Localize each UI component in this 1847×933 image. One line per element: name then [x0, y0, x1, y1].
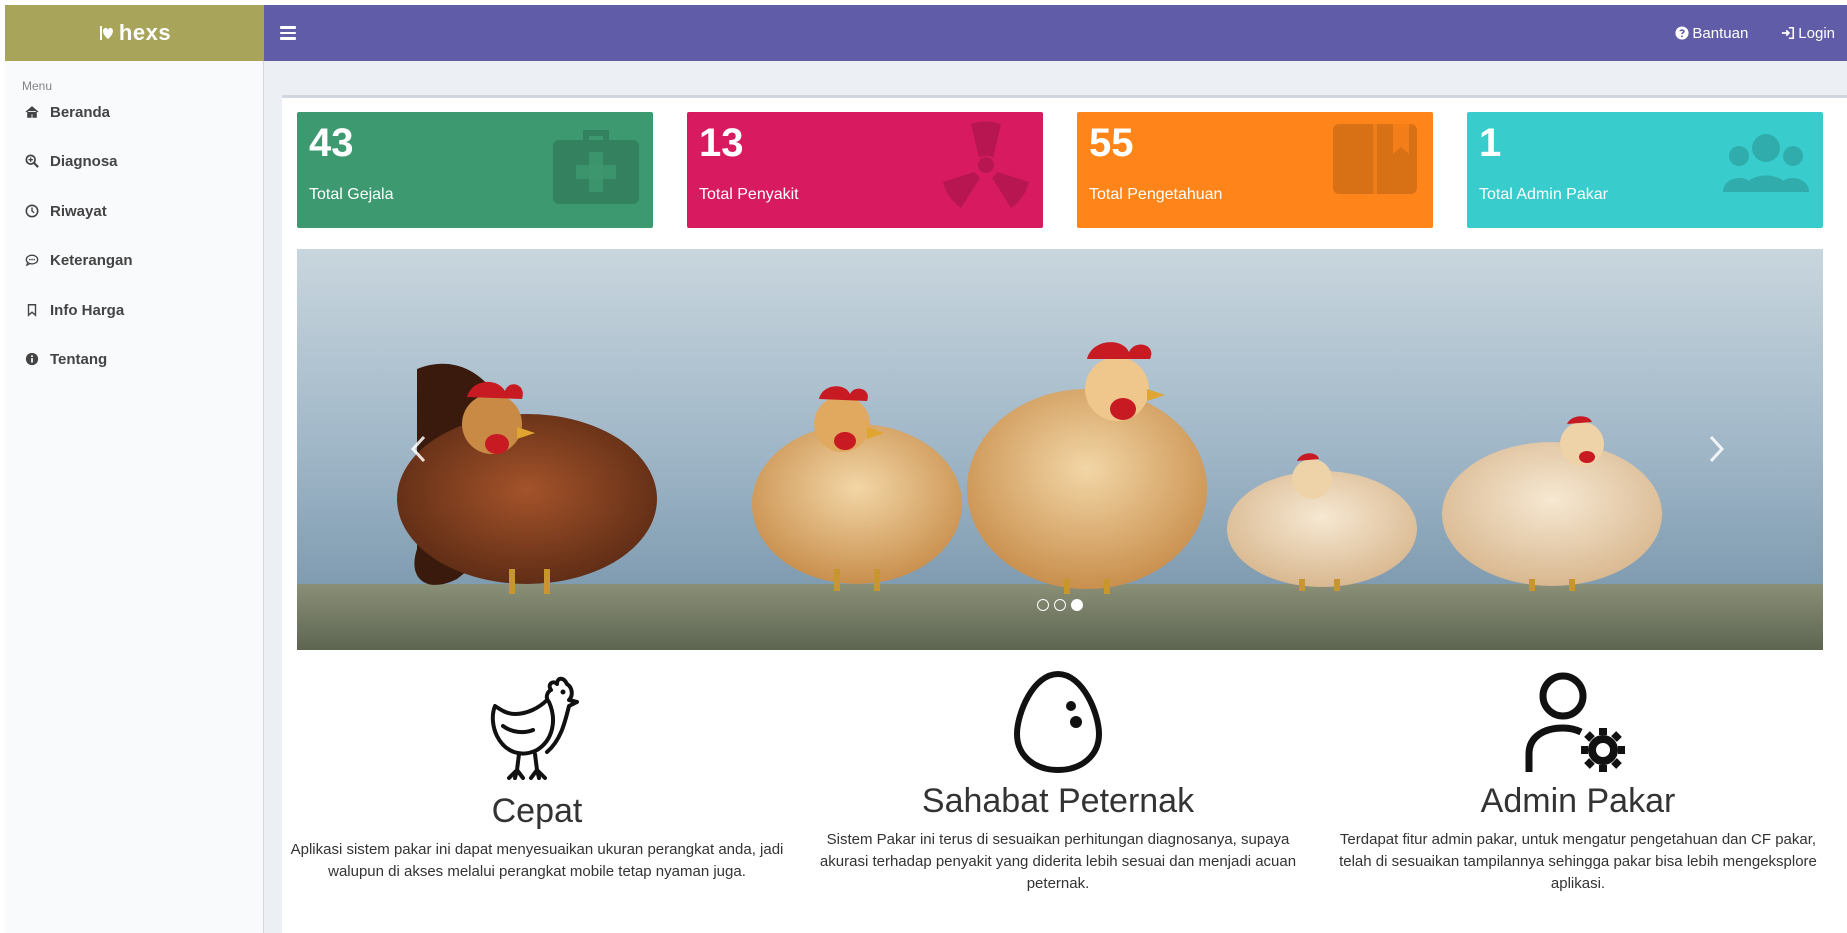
stat-total-penyakit[interactable]: 13 Total Penyakit	[687, 112, 1043, 228]
sidebar-item-tentang[interactable]: Tentang	[5, 339, 263, 379]
stat-value: 43	[309, 121, 354, 165]
logo-heart-icon	[98, 23, 118, 43]
stat-value: 1	[1479, 121, 1502, 165]
user-gear-icon	[1328, 670, 1828, 774]
carousel-indicator-active[interactable]	[1071, 599, 1083, 611]
chicken-icon	[287, 670, 787, 784]
chevron-left-icon	[410, 435, 426, 463]
sidebar: Menu Beranda Diagnosa Riwayat Keterangan…	[5, 61, 264, 933]
stat-value: 55	[1089, 121, 1134, 165]
comment-icon	[25, 253, 39, 267]
carousel-indicator[interactable]	[1037, 599, 1049, 611]
sidebar-menu-header: Menu	[22, 79, 53, 93]
medkit-icon	[551, 120, 641, 210]
stat-label: Total Penyakit	[699, 186, 799, 203]
sidebar-item-label: Keterangan	[50, 251, 133, 269]
home-icon	[25, 105, 39, 119]
app-frame: hexs Bantuan Login Menu Beranda Diagnosa	[5, 5, 1847, 933]
stat-total-gejala[interactable]: 43 Total Gejala	[297, 112, 653, 228]
sidebar-item-diagnosa[interactable]: Diagnosa	[5, 141, 263, 181]
top-navbar: Bantuan Login	[264, 5, 1847, 61]
carousel-indicator[interactable]	[1054, 599, 1066, 611]
carousel-indicators	[297, 599, 1823, 611]
sidebar-toggle-button[interactable]	[280, 22, 296, 44]
carousel-prev-button[interactable]	[404, 429, 434, 469]
users-icon	[1721, 120, 1811, 210]
sidebar-item-label: Info Harga	[50, 301, 125, 319]
feature-cepat: Cepat Aplikasi sistem pakar ini dapat me…	[287, 670, 787, 883]
feature-title: Sahabat Peternak	[921, 782, 1195, 820]
chevron-right-icon	[1709, 435, 1725, 463]
login-link[interactable]: Login	[1781, 25, 1835, 42]
sidebar-item-label: Riwayat	[50, 202, 107, 220]
carousel-next-button[interactable]	[1701, 429, 1731, 469]
stat-label: Total Gejala	[309, 186, 394, 203]
main-content-box: 43 Total Gejala 13 Total Penyakit 55 Tot…	[282, 95, 1847, 933]
logo-text: hexs	[118, 20, 172, 45]
top-nav-right: Bantuan Login	[1675, 5, 1835, 61]
radiation-icon	[941, 120, 1031, 210]
sidebar-item-info-harga[interactable]: Info Harga	[5, 290, 263, 330]
stat-label: Total Pengetahuan	[1089, 186, 1223, 203]
sign-in-icon	[1782, 26, 1795, 40]
book-icon	[1331, 120, 1421, 210]
clock-icon	[25, 204, 39, 218]
stat-label: Total Admin Pakar	[1479, 186, 1608, 203]
feature-text: Aplikasi sistem pakar ini dapat menyesua…	[290, 841, 784, 880]
feature-text: Sistem Pakar ini terus di sesuaikan perh…	[819, 831, 1297, 892]
search-plus-icon	[25, 154, 39, 168]
sidebar-item-riwayat[interactable]: Riwayat	[5, 191, 263, 231]
feature-title: Admin Pakar	[1480, 782, 1676, 820]
sidebar-item-keterangan[interactable]: Keterangan	[5, 240, 263, 280]
sidebar-item-beranda[interactable]: Beranda	[5, 92, 263, 132]
help-link[interactable]: Bantuan	[1675, 25, 1748, 42]
sidebar-item-label: Diagnosa	[50, 152, 118, 170]
app-logo[interactable]: hexs	[5, 5, 264, 61]
sidebar-item-label: Tentang	[50, 350, 108, 368]
feature-text: Terdapat fitur admin pakar, untuk mengat…	[1339, 831, 1817, 892]
info-circle-icon	[25, 352, 39, 366]
feature-sahabat-peternak: Sahabat Peternak Sistem Pakar ini terus …	[808, 670, 1308, 895]
bookmark-icon	[25, 303, 39, 317]
help-label: Bantuan	[1692, 24, 1749, 42]
chickens-photo	[297, 249, 1823, 650]
stat-total-pengetahuan[interactable]: 55 Total Pengetahuan	[1077, 112, 1433, 228]
question-circle-icon	[1675, 26, 1689, 40]
sidebar-item-label: Beranda	[50, 103, 111, 121]
stat-value: 13	[699, 121, 744, 165]
feature-admin-pakar: Admin Pakar Terdapat fitur admin pakar, …	[1328, 670, 1828, 895]
egg-icon	[808, 670, 1308, 774]
login-label: Login	[1798, 24, 1835, 42]
stat-total-admin-pakar[interactable]: 1 Total Admin Pakar	[1467, 112, 1823, 228]
feature-title: Cepat	[491, 792, 583, 830]
image-carousel[interactable]	[297, 249, 1823, 650]
